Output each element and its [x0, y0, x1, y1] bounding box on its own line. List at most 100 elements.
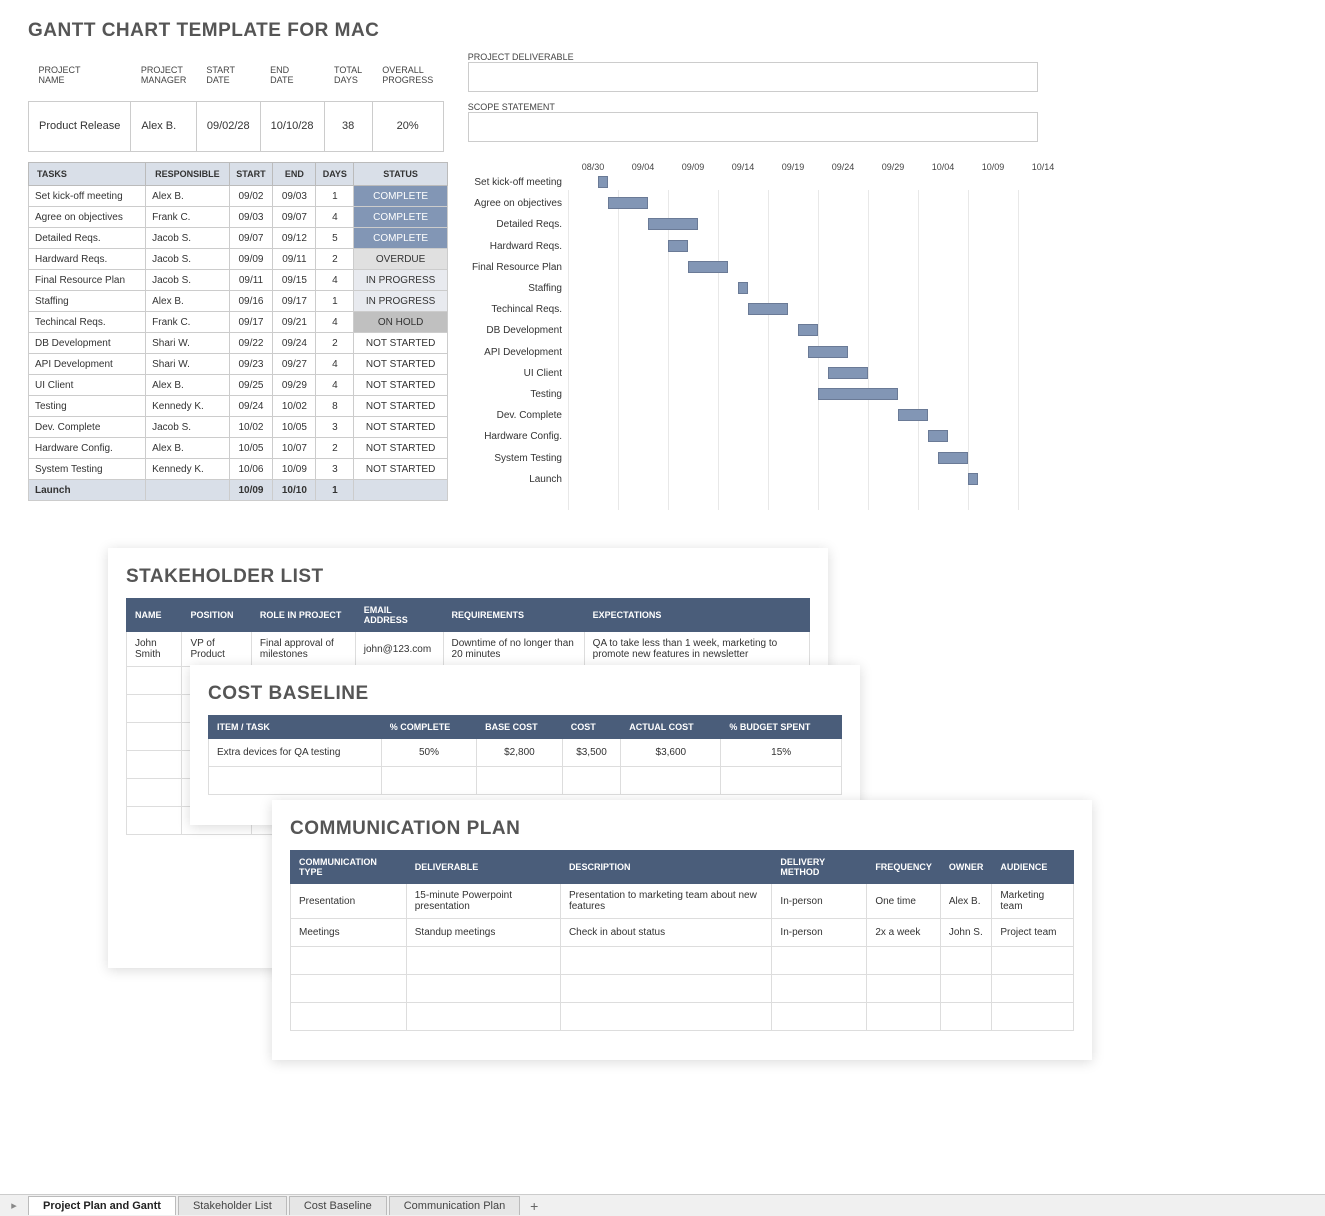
table-cell[interactable]: $2,800 [477, 739, 563, 767]
gantt-bar[interactable] [738, 282, 748, 294]
status-cell[interactable]: COMPLETE [354, 186, 448, 207]
task-cell[interactable]: 10/05 [229, 438, 273, 459]
gantt-bar[interactable] [668, 240, 688, 252]
table-cell[interactable] [209, 767, 382, 795]
summary-cell[interactable]: 38 [324, 101, 372, 151]
task-cell[interactable]: 2 [316, 333, 354, 354]
table-cell[interactable] [127, 807, 182, 835]
table-cell[interactable] [772, 1003, 867, 1031]
status-cell[interactable]: IN PROGRESS [354, 291, 448, 312]
task-cell[interactable]: 1 [316, 291, 354, 312]
task-cell[interactable]: Alex B. [146, 375, 230, 396]
task-cell[interactable]: 4 [316, 270, 354, 291]
task-cell[interactable]: Frank C. [146, 312, 230, 333]
status-cell[interactable]: NOT STARTED [354, 354, 448, 375]
table-row[interactable]: Extra devices for QA testing50%$2,800$3,… [209, 739, 842, 767]
task-cell[interactable]: 09/02 [229, 186, 273, 207]
task-cell[interactable]: Testing [29, 396, 146, 417]
table-row[interactable] [291, 1003, 1074, 1031]
task-cell[interactable]: UI Client [29, 375, 146, 396]
gantt-bar[interactable] [818, 388, 898, 400]
table-cell[interactable] [772, 947, 867, 975]
table-cell[interactable] [867, 947, 941, 975]
sheet-tab[interactable]: Cost Baseline [289, 1196, 387, 1215]
table-cell[interactable]: $3,600 [621, 739, 721, 767]
task-row[interactable]: Hardward Reqs.Jacob S.09/0909/112OVERDUE [29, 249, 448, 270]
table-cell[interactable]: Standup meetings [406, 919, 560, 947]
table-row[interactable] [209, 767, 842, 795]
status-cell[interactable]: COMPLETE [354, 228, 448, 249]
task-cell[interactable]: Agree on objectives [29, 207, 146, 228]
task-cell[interactable]: 10/05 [273, 417, 316, 438]
task-cell[interactable]: Detailed Reqs. [29, 228, 146, 249]
task-row[interactable]: Detailed Reqs.Jacob S.09/0709/125COMPLET… [29, 228, 448, 249]
task-cell[interactable]: 8 [316, 396, 354, 417]
table-cell[interactable] [477, 767, 563, 795]
table-cell[interactable] [406, 1003, 560, 1031]
task-cell[interactable]: Hardware Config. [29, 438, 146, 459]
summary-cell[interactable]: Alex B. [131, 101, 197, 151]
task-cell[interactable]: 10/02 [273, 396, 316, 417]
gantt-bar[interactable] [598, 176, 608, 188]
task-cell[interactable]: 09/11 [229, 270, 273, 291]
status-cell[interactable]: NOT STARTED [354, 333, 448, 354]
table-cell[interactable] [562, 767, 621, 795]
table-cell[interactable]: john@123.com [355, 632, 443, 667]
task-cell[interactable]: Kennedy K. [146, 396, 230, 417]
task-row[interactable]: Techincal Reqs.Frank C.09/1709/214ON HOL… [29, 312, 448, 333]
task-cell[interactable]: 09/24 [273, 333, 316, 354]
task-cell[interactable]: 4 [316, 354, 354, 375]
deliverable-input[interactable] [468, 62, 1038, 92]
table-cell[interactable] [381, 767, 476, 795]
table-cell[interactable] [127, 779, 182, 807]
task-cell[interactable]: Final Resource Plan [29, 270, 146, 291]
table-cell[interactable] [721, 767, 842, 795]
status-cell[interactable]: NOT STARTED [354, 375, 448, 396]
status-cell[interactable]: OVERDUE [354, 249, 448, 270]
table-cell[interactable] [772, 975, 867, 1003]
task-cell[interactable]: 09/29 [273, 375, 316, 396]
status-cell[interactable]: NOT STARTED [354, 396, 448, 417]
task-cell[interactable]: 09/12 [273, 228, 316, 249]
task-cell[interactable]: 09/07 [229, 228, 273, 249]
gantt-bar[interactable] [608, 197, 648, 209]
task-cell[interactable]: Jacob S. [146, 249, 230, 270]
task-cell[interactable]: 09/15 [273, 270, 316, 291]
status-cell[interactable] [354, 480, 448, 501]
gantt-bar[interactable] [688, 261, 728, 273]
table-cell[interactable]: Final approval of milestones [251, 632, 355, 667]
task-cell[interactable]: 09/24 [229, 396, 273, 417]
sheet-tab[interactable]: Project Plan and Gantt [28, 1196, 176, 1215]
table-cell[interactable] [291, 975, 407, 1003]
task-cell[interactable]: 09/17 [273, 291, 316, 312]
table-cell[interactable] [560, 947, 771, 975]
gantt-bar[interactable] [798, 324, 818, 336]
task-row[interactable]: StaffingAlex B.09/1609/171IN PROGRESS [29, 291, 448, 312]
tab-prev-icon[interactable]: ▸ [0, 1199, 28, 1212]
table-cell[interactable]: 15-minute Powerpoint presentation [406, 884, 560, 919]
status-cell[interactable]: ON HOLD [354, 312, 448, 333]
summary-cell[interactable]: 09/02/28 [196, 101, 260, 151]
sheet-tab[interactable]: Stakeholder List [178, 1196, 287, 1215]
table-cell[interactable] [406, 947, 560, 975]
gantt-bar[interactable] [748, 303, 788, 315]
task-row[interactable]: Set kick-off meetingAlex B.09/0209/031CO… [29, 186, 448, 207]
table-cell[interactable] [291, 947, 407, 975]
table-cell[interactable]: Presentation [291, 884, 407, 919]
task-cell[interactable]: Alex B. [146, 291, 230, 312]
table-cell[interactable]: Alex B. [940, 884, 992, 919]
table-row[interactable]: MeetingsStandup meetingsCheck in about s… [291, 919, 1074, 947]
task-row[interactable]: Dev. CompleteJacob S.10/0210/053NOT STAR… [29, 417, 448, 438]
task-row[interactable]: TestingKennedy K.09/2410/028NOT STARTED [29, 396, 448, 417]
gantt-bar[interactable] [898, 409, 928, 421]
table-cell[interactable]: Downtime of no longer than 20 minutes [443, 632, 584, 667]
table-cell[interactable] [992, 975, 1074, 1003]
task-cell[interactable]: 09/07 [273, 207, 316, 228]
table-row[interactable] [291, 975, 1074, 1003]
task-cell[interactable]: System Testing [29, 459, 146, 480]
status-cell[interactable]: NOT STARTED [354, 438, 448, 459]
table-cell[interactable] [560, 1003, 771, 1031]
table-cell[interactable] [127, 695, 182, 723]
task-cell[interactable]: Dev. Complete [29, 417, 146, 438]
table-cell[interactable] [406, 975, 560, 1003]
